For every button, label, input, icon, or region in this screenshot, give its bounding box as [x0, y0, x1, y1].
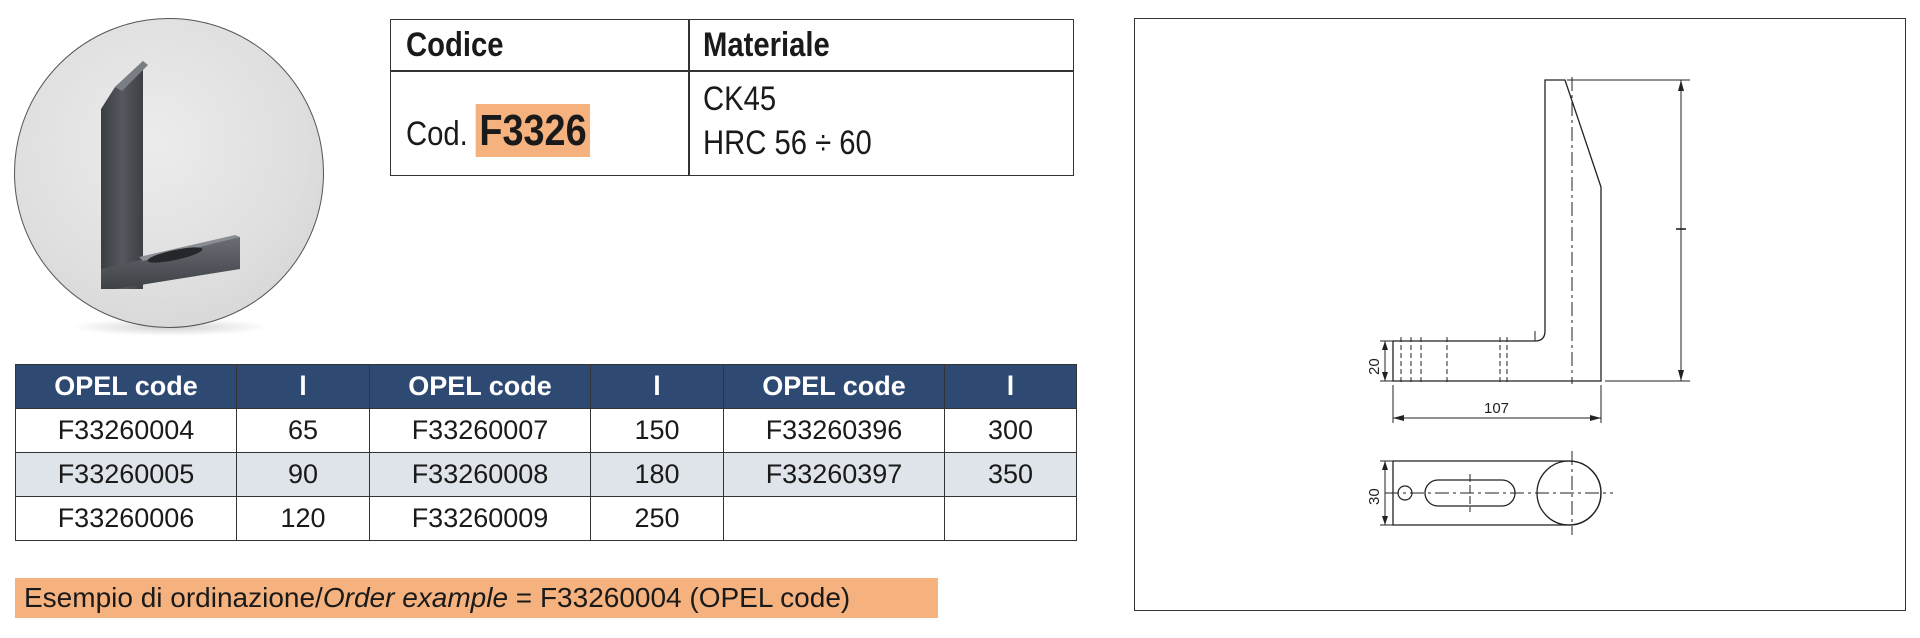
column-header: OPEL code	[723, 364, 945, 409]
table-cell: 65	[236, 408, 370, 453]
table-cell: F33260007	[369, 408, 591, 453]
column-header: l	[944, 364, 1077, 409]
column-header: OPEL code	[15, 364, 237, 409]
order-italic: Order example	[322, 582, 509, 613]
opel-code-table: OPEL code l OPEL code l OPEL code l F332…	[15, 364, 1077, 541]
table-cell: F33260008	[369, 452, 591, 497]
order-prefix: Esempio di ordinazione/	[24, 582, 323, 613]
table-cell: 300	[944, 408, 1077, 453]
cod-prefix: Cod.	[406, 115, 468, 153]
table-cell: F33260397	[723, 452, 945, 497]
table-cell: 150	[590, 408, 724, 453]
table-cell: 120	[236, 496, 370, 541]
table-row: F33260006 120 F33260009 250	[15, 496, 1077, 541]
table-cell	[944, 496, 1077, 541]
table-cell: F33260009	[369, 496, 591, 541]
l-bracket-image	[101, 61, 240, 289]
material-line1: CK45	[703, 80, 777, 118]
table-cell: 90	[236, 452, 370, 497]
table-header-row: OPEL code l OPEL code l OPEL code l	[15, 364, 1077, 409]
order-suffix: = F33260004 (OPEL code)	[508, 582, 851, 613]
material-line2: HRC 56 ÷ 60	[703, 124, 872, 162]
column-header: OPEL code	[369, 364, 591, 409]
dim-20-label: 20	[1366, 358, 1383, 375]
header-table: Codice Materiale Cod. F3326 CK45 HRC 56 …	[390, 19, 1074, 176]
table-cell: 250	[590, 496, 724, 541]
technical-drawing: 20 107 30	[1134, 18, 1906, 611]
table-cell: F33260006	[15, 496, 237, 541]
column-header: l	[590, 364, 724, 409]
dim-30-label: 30	[1366, 488, 1383, 505]
materiale-label: Materiale	[703, 26, 830, 64]
table-cell: F33260004	[15, 408, 237, 453]
drawing-svg: 20 107 30	[1366, 77, 1690, 535]
product-photo	[14, 18, 324, 328]
table-cell: F33260005	[15, 452, 237, 497]
product-code: F3326	[475, 104, 591, 157]
order-example: Esempio di ordinazione/Order example = F…	[15, 578, 938, 618]
side-view-outline	[1392, 79, 1602, 382]
dim-107-label: 107	[1484, 400, 1509, 417]
table-cell	[723, 496, 945, 541]
table-row: F33260005 90 F33260008 180 F33260397 350	[15, 452, 1077, 497]
table-cell: F33260396	[723, 408, 945, 453]
codice-label: Codice	[406, 26, 504, 64]
table-row: F33260004 65 F33260007 150 F33260396 300	[15, 408, 1077, 453]
table-cell: 180	[590, 452, 724, 497]
column-header: l	[236, 364, 370, 409]
table-cell: 350	[944, 452, 1077, 497]
